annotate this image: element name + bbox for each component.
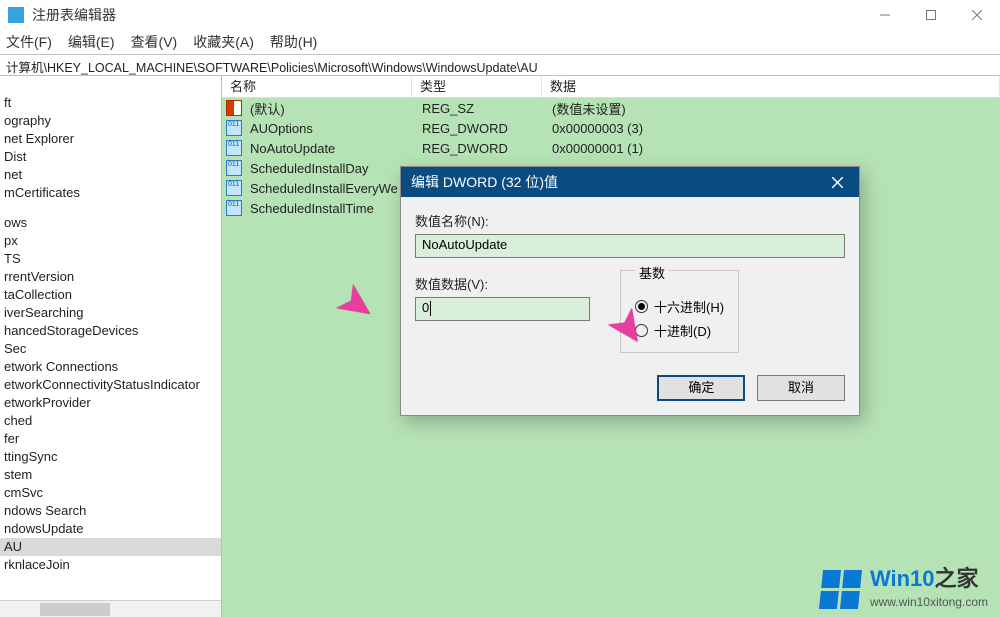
value-name-field[interactable]: NoAutoUpdate bbox=[415, 234, 845, 258]
col-header-name[interactable]: 名称 bbox=[222, 76, 412, 97]
tree-item[interactable]: rrentVersion bbox=[0, 268, 221, 286]
value-type-icon bbox=[226, 200, 242, 216]
watermark: Win10之家 www.win10xitong.com bbox=[821, 561, 988, 609]
tree-item[interactable]: cmSvc bbox=[0, 484, 221, 502]
table-row[interactable]: (默认)REG_SZ(数值未设置) bbox=[222, 98, 1000, 118]
base-legend: 基数 bbox=[635, 263, 669, 282]
table-row[interactable]: AUOptionsREG_DWORD0x00000003 (3) bbox=[222, 118, 1000, 138]
value-type-icon bbox=[226, 160, 242, 176]
tree-item[interactable]: net Explorer bbox=[0, 130, 221, 148]
cell-name: ScheduledInstallDay bbox=[248, 161, 420, 176]
menu-file[interactable]: 文件(F) bbox=[6, 32, 52, 52]
minimize-button[interactable] bbox=[862, 0, 908, 30]
tree-item[interactable]: ttingSync bbox=[0, 448, 221, 466]
tree-item[interactable]: hancedStorageDevices bbox=[0, 322, 221, 340]
tree-item[interactable]: etwork Connections bbox=[0, 358, 221, 376]
tree-item[interactable]: TS bbox=[0, 250, 221, 268]
ok-button[interactable]: 确定 bbox=[657, 375, 745, 401]
menu-help[interactable]: 帮助(H) bbox=[270, 32, 317, 52]
tree-item[interactable]: ography bbox=[0, 112, 221, 130]
tree-item[interactable]: fer bbox=[0, 430, 221, 448]
tree-item[interactable]: Sec bbox=[0, 340, 221, 358]
menu-favorites[interactable]: 收藏夹(A) bbox=[193, 32, 254, 52]
menu-edit[interactable]: 编辑(E) bbox=[68, 32, 115, 52]
base-group: 基数 十六进制(H) 十进制(D) bbox=[620, 270, 739, 353]
windows-logo-icon bbox=[819, 570, 862, 609]
cancel-button[interactable]: 取消 bbox=[757, 375, 845, 401]
watermark-url: www.win10xitong.com bbox=[870, 595, 988, 609]
dialog-titlebar[interactable]: 编辑 DWORD (32 位)值 bbox=[401, 167, 859, 197]
tree-scrollbar[interactable] bbox=[0, 600, 221, 617]
value-type-icon bbox=[226, 120, 242, 136]
regedit-icon bbox=[8, 7, 24, 23]
cell-name: ScheduledInstallTime bbox=[248, 201, 420, 216]
tree-item[interactable]: net bbox=[0, 166, 221, 184]
cell-name: (默认) bbox=[248, 99, 420, 118]
tree-item[interactable]: AU bbox=[0, 538, 221, 556]
value-data-label: 数值数据(V): bbox=[415, 274, 590, 293]
dialog-close-button[interactable] bbox=[815, 167, 859, 197]
tree-item[interactable]: iverSearching bbox=[0, 304, 221, 322]
value-data-field[interactable]: 0 bbox=[415, 297, 590, 321]
value-name-label: 数值名称(N): bbox=[415, 211, 845, 230]
menubar: 文件(F) 编辑(E) 查看(V) 收藏夹(A) 帮助(H) bbox=[0, 30, 1000, 54]
radio-dec[interactable]: 十进制(D) bbox=[635, 318, 724, 342]
radio-dot-icon bbox=[635, 300, 648, 313]
cell-name: NoAutoUpdate bbox=[248, 141, 420, 156]
radio-dot-icon bbox=[635, 324, 648, 337]
cell-name: AUOptions bbox=[248, 121, 420, 136]
table-row[interactable]: NoAutoUpdateREG_DWORD0x00000001 (1) bbox=[222, 138, 1000, 158]
cell-data: (数值未设置) bbox=[550, 99, 1000, 118]
address-bar[interactable]: 计算机\HKEY_LOCAL_MACHINE\SOFTWARE\Policies… bbox=[0, 54, 1000, 76]
tree-item[interactable]: mCertificates bbox=[0, 184, 221, 202]
tree-item[interactable]: ows bbox=[0, 214, 221, 232]
tree-item[interactable]: ndows Search bbox=[0, 502, 221, 520]
tree-item[interactable]: ndowsUpdate bbox=[0, 520, 221, 538]
tree-item[interactable]: ft bbox=[0, 94, 221, 112]
dialog-title-text: 编辑 DWORD (32 位)值 bbox=[411, 172, 558, 192]
maximize-button[interactable] bbox=[908, 0, 954, 30]
tree-item[interactable]: ched bbox=[0, 412, 221, 430]
radio-hex[interactable]: 十六进制(H) bbox=[635, 294, 724, 318]
registry-tree[interactable]: ftographynet ExplorerDistnetmCertificate… bbox=[0, 76, 222, 617]
tree-item[interactable]: etworkConnectivityStatusIndicator bbox=[0, 376, 221, 394]
values-header: 名称 类型 数据 bbox=[222, 76, 1000, 98]
cell-type: REG_DWORD bbox=[420, 121, 550, 136]
col-header-type[interactable]: 类型 bbox=[412, 76, 542, 97]
value-type-icon bbox=[226, 100, 242, 116]
tree-item[interactable]: px bbox=[0, 232, 221, 250]
close-button[interactable] bbox=[954, 0, 1000, 30]
window-title: 注册表编辑器 bbox=[32, 5, 116, 25]
value-type-icon bbox=[226, 140, 242, 156]
tree-item[interactable]: Dist bbox=[0, 148, 221, 166]
cell-data: 0x00000003 (3) bbox=[550, 121, 1000, 136]
cell-type: REG_SZ bbox=[420, 101, 550, 116]
cell-data: 0x00000001 (1) bbox=[550, 141, 1000, 156]
cell-type: REG_DWORD bbox=[420, 141, 550, 156]
tree-item[interactable]: etworkProvider bbox=[0, 394, 221, 412]
menu-view[interactable]: 查看(V) bbox=[131, 32, 178, 52]
tree-item[interactable]: stem bbox=[0, 466, 221, 484]
tree-item[interactable]: rknlaceJoin bbox=[0, 556, 221, 574]
tree-item[interactable]: taCollection bbox=[0, 286, 221, 304]
value-type-icon bbox=[226, 180, 242, 196]
window-titlebar: 注册表编辑器 bbox=[0, 0, 1000, 30]
col-header-data[interactable]: 数据 bbox=[542, 76, 1000, 97]
edit-dword-dialog: 编辑 DWORD (32 位)值 数值名称(N): NoAutoUpdate 数… bbox=[400, 166, 860, 416]
cell-name: ScheduledInstallEveryWe bbox=[248, 181, 420, 196]
